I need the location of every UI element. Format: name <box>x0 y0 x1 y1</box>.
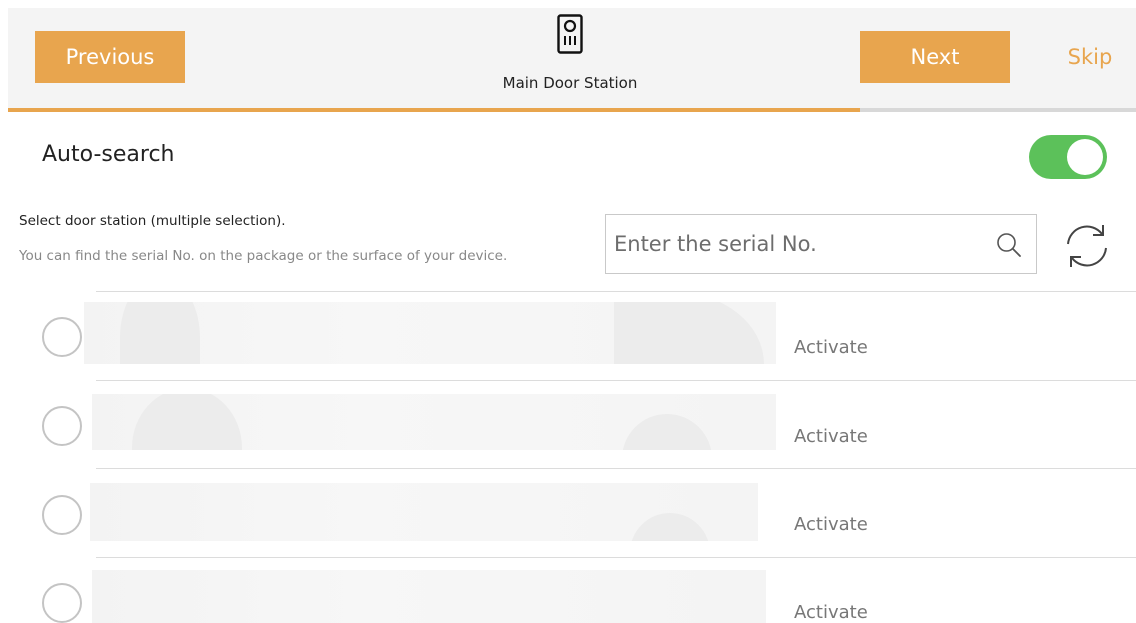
device-row[interactable]: Activate <box>0 300 1136 388</box>
next-button[interactable]: Next <box>860 31 1010 83</box>
divider <box>96 291 1136 292</box>
divider <box>96 468 1136 469</box>
previous-button[interactable]: Previous <box>35 31 185 83</box>
divider <box>96 557 1136 558</box>
toggle-knob <box>1067 139 1103 175</box>
device-radio[interactable] <box>42 495 82 535</box>
search-box <box>605 214 1037 274</box>
device-radio[interactable] <box>42 583 82 623</box>
header-title: Main Door Station <box>502 74 638 92</box>
device-placeholder <box>92 570 766 623</box>
autosearch-label: Auto-search <box>42 142 175 167</box>
divider <box>96 380 1136 381</box>
device-row[interactable]: Activate <box>0 566 1136 623</box>
header-step: Main Door Station <box>470 12 670 102</box>
refresh-icon[interactable] <box>1062 220 1112 272</box>
device-radio[interactable] <box>42 317 82 357</box>
instruction-hint: You can find the serial No. on the packa… <box>19 248 508 264</box>
serial-search-input[interactable] <box>614 215 984 273</box>
activate-link[interactable]: Activate <box>794 602 868 623</box>
activate-link[interactable]: Activate <box>794 426 868 447</box>
device-radio[interactable] <box>42 406 82 446</box>
skip-button[interactable]: Skip <box>1050 31 1130 83</box>
progress-bar <box>8 108 1136 112</box>
activate-link[interactable]: Activate <box>794 514 868 535</box>
door-station-icon <box>557 14 583 54</box>
activate-link[interactable]: Activate <box>794 337 868 358</box>
device-row[interactable]: Activate <box>0 389 1136 477</box>
device-row[interactable]: Activate <box>0 478 1136 566</box>
autosearch-toggle[interactable] <box>1029 135 1107 179</box>
search-icon[interactable] <box>994 230 1024 260</box>
device-placeholder <box>84 302 776 364</box>
device-placeholder <box>92 394 776 450</box>
progress-fill <box>8 108 860 112</box>
device-placeholder <box>90 483 758 541</box>
instruction-text: Select door station (multiple selection)… <box>19 213 286 229</box>
